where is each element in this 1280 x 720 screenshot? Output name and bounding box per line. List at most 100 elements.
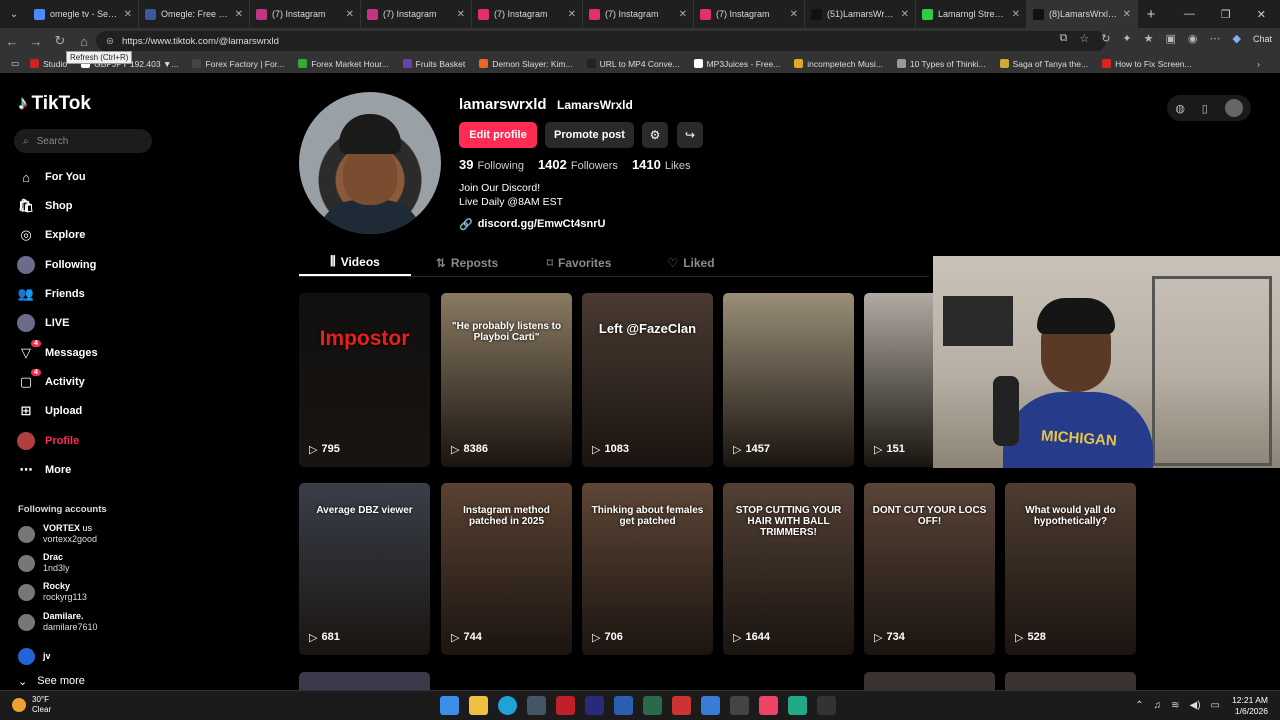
- settings-more-icon[interactable]: ⋯: [1210, 32, 1221, 45]
- close-window-icon[interactable]: ✕: [1257, 8, 1266, 21]
- chat-button[interactable]: Chat: [1253, 34, 1272, 44]
- video-thumb[interactable]: Impostor ▷ 795: [299, 293, 430, 467]
- bookmark-item[interactable]: Forex Factory | For...: [192, 59, 284, 69]
- sidebar-item-live[interactable]: LIVE: [17, 314, 69, 332]
- extensions-refresh-icon[interactable]: ↻: [1101, 32, 1110, 45]
- following-account[interactable]: Rocky rockyrg113: [18, 581, 87, 603]
- video-thumb-partial[interactable]: [864, 672, 995, 690]
- bookmark-item[interactable]: URL to MP4 Conve...: [586, 59, 680, 69]
- video-thumb[interactable]: Average DBZ viewer ▷ 681: [299, 483, 430, 655]
- tab-close-icon[interactable]: ✕: [457, 9, 465, 20]
- tab-videos[interactable]: ⫼ Videos: [299, 249, 411, 276]
- promote-post-button[interactable]: Promote post: [545, 122, 634, 148]
- clock[interactable]: 12:21 AM 1/6/2026: [1232, 695, 1268, 717]
- home-icon[interactable]: ⌂: [72, 34, 96, 49]
- bookmark-item[interactable]: Studio: [30, 59, 67, 69]
- bookmark-item[interactable]: Saga of Tanya the...: [999, 59, 1088, 69]
- epic-games-icon[interactable]: [817, 696, 836, 715]
- extensions-icon[interactable]: ✦: [1122, 32, 1131, 45]
- tab-close-icon[interactable]: ✕: [790, 9, 798, 20]
- sidebar-item-explore[interactable]: ◎ Explore: [17, 226, 85, 244]
- sidebar-item-messages[interactable]: ▽ 4 Messages: [17, 340, 98, 362]
- browser-tab[interactable]: (7) Instagram ✕: [583, 0, 694, 28]
- start-icon[interactable]: [440, 696, 459, 715]
- following-account[interactable]: Drac 1nd3ly: [18, 552, 70, 574]
- file-explorer-icon[interactable]: [469, 696, 488, 715]
- browser-tab[interactable]: (8)LamarsWrxld (@l ✕: [1027, 0, 1138, 28]
- bookmark-item[interactable]: Fruits Basket: [402, 59, 465, 69]
- bookmark-item[interactable]: MP3Juices - Free...: [693, 59, 780, 69]
- site-info-icon[interactable]: ⊜: [106, 36, 114, 47]
- tab-close-icon[interactable]: ✕: [1123, 9, 1131, 20]
- video-thumb-partial[interactable]: [1005, 672, 1136, 690]
- microphone-icon[interactable]: ♫: [1154, 700, 1162, 711]
- user-avatar[interactable]: [1224, 99, 1243, 117]
- bio-link[interactable]: 🔗 discord.gg/EmwCt4snrU: [459, 218, 605, 231]
- bookmark-item[interactable]: incompetech Musi...: [794, 59, 883, 69]
- weather-widget[interactable]: 30°F Clear: [12, 695, 51, 715]
- bookmark-item[interactable]: 10 Types of Thinki...: [896, 59, 986, 69]
- sidebar-item-more[interactable]: ⋯ More: [17, 461, 72, 479]
- app-icon[interactable]: [788, 696, 807, 715]
- coins-icon[interactable]: ◍: [1175, 102, 1185, 115]
- app-icon[interactable]: [643, 696, 662, 715]
- browser-tab[interactable]: (7) Instagram ✕: [250, 0, 361, 28]
- chevron-up-icon[interactable]: ⌃: [1135, 700, 1143, 711]
- browser-tab[interactable]: (7) Instagram ✕: [694, 0, 805, 28]
- sidebar-item-activity[interactable]: ▢ 4 Activity: [17, 369, 85, 391]
- favorites-icon[interactable]: ★: [1144, 32, 1154, 45]
- following-account[interactable]: VORTEX us vortexx2good: [18, 523, 97, 545]
- following-account[interactable]: Damilare. damilare7610: [18, 611, 98, 633]
- word-icon[interactable]: [614, 696, 633, 715]
- install-app-icon[interactable]: ⧉: [1059, 32, 1067, 45]
- sidebar-item-friends[interactable]: 👥 Friends: [17, 285, 85, 303]
- tab-close-icon[interactable]: ✕: [1012, 9, 1020, 20]
- favorite-star-icon[interactable]: ☆: [1079, 32, 1089, 45]
- browser-tab[interactable]: (51)LamarsWrxld (@ ✕: [805, 0, 916, 28]
- sidebar-item-for-you[interactable]: ⌂ For You: [17, 168, 85, 186]
- app-icon[interactable]: [730, 696, 749, 715]
- sidebar-item-profile[interactable]: Profile: [17, 432, 79, 450]
- video-thumb-partial[interactable]: [299, 672, 430, 690]
- forward-icon[interactable]: →: [24, 34, 48, 49]
- video-thumb[interactable]: Left @FazeClan ▷ 1083: [582, 293, 713, 467]
- sidebar-item-shop[interactable]: 🛍 Shop: [17, 197, 73, 215]
- premiere-icon[interactable]: [585, 696, 604, 715]
- wifi-icon[interactable]: ≋: [1171, 700, 1179, 711]
- music-icon[interactable]: [759, 696, 778, 715]
- video-thumb[interactable]: What would yall do hypothetically? ▷ 528: [1005, 483, 1136, 655]
- browser-tab[interactable]: (7) Instagram ✕: [361, 0, 472, 28]
- tab-close-icon[interactable]: ✕: [901, 9, 909, 20]
- restore-icon[interactable]: ❐: [1221, 8, 1231, 21]
- browser-tab[interactable]: (7) Instagram ✕: [472, 0, 583, 28]
- back-icon[interactable]: ←: [0, 34, 24, 49]
- profile-icon[interactable]: ◉: [1188, 32, 1198, 45]
- sidebar-item-following[interactable]: Following: [17, 256, 96, 274]
- bookmarks-menu-icon[interactable]: ▭: [0, 58, 30, 69]
- profile-avatar[interactable]: [299, 92, 441, 234]
- address-bar[interactable]: ⊜ https://www.tiktok.com/@lamarswrxld: [96, 31, 1106, 51]
- collections-icon[interactable]: ▣: [1166, 32, 1176, 45]
- new-tab-button[interactable]: +: [1138, 6, 1164, 23]
- battery-icon[interactable]: ▭: [1211, 700, 1220, 711]
- video-thumb[interactable]: Instagram method patched in 2025 ▷ 744: [441, 483, 572, 655]
- followers-stat[interactable]: 1402 Followers: [538, 157, 618, 172]
- copilot-icon[interactable]: ◆: [1233, 32, 1241, 45]
- volume-icon[interactable]: ◀): [1190, 700, 1201, 711]
- tab-close-icon[interactable]: ✕: [346, 9, 354, 20]
- app-icon[interactable]: [556, 696, 575, 715]
- tab-close-icon[interactable]: ✕: [235, 9, 243, 20]
- see-more-button[interactable]: ⌄ See more: [18, 675, 85, 688]
- tab-favorites[interactable]: ⌑ Favorites: [523, 249, 635, 276]
- store-icon[interactable]: [527, 696, 546, 715]
- sidebar-item-upload[interactable]: ⊞ Upload: [17, 402, 83, 420]
- bookmark-item[interactable]: How to Fix Screen...: [1102, 59, 1192, 69]
- device-icon[interactable]: ▯: [1202, 102, 1208, 115]
- following-account-partial[interactable]: jv: [18, 648, 51, 665]
- edge-icon[interactable]: [498, 696, 517, 715]
- app-icon[interactable]: [701, 696, 720, 715]
- video-thumb[interactable]: STOP CUTTING YOUR HAIR WITH BALL TRIMMER…: [723, 483, 854, 655]
- tab-close-icon[interactable]: ✕: [568, 9, 576, 20]
- tab-close-icon[interactable]: ✕: [124, 9, 132, 20]
- minimize-icon[interactable]: —: [1184, 8, 1195, 21]
